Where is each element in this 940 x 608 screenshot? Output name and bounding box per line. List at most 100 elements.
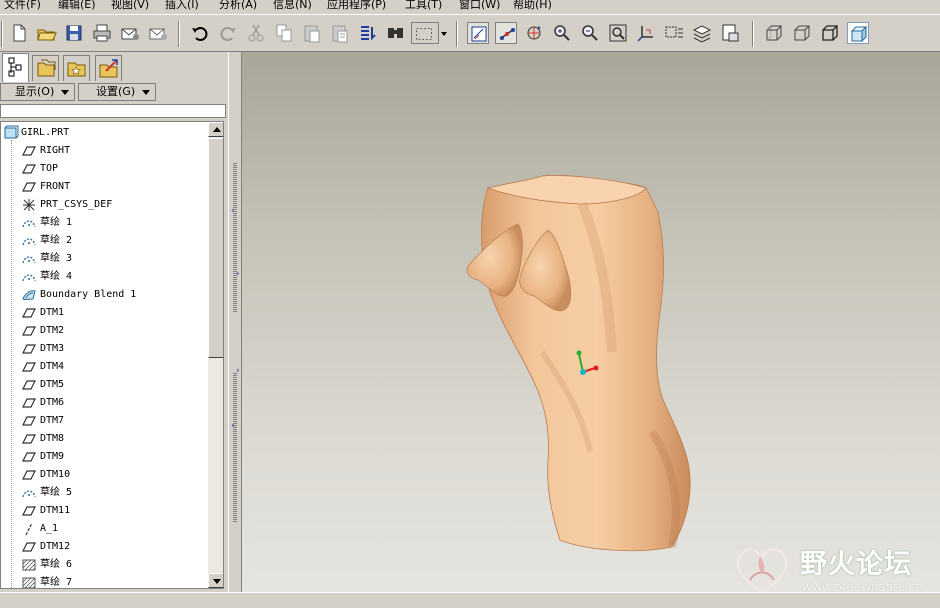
tree-scrollbar[interactable]: [208, 122, 223, 588]
tree-item[interactable]: DTM5: [1, 376, 206, 394]
tree-item[interactable]: 草绘 3: [1, 250, 206, 268]
tree-item-label: DTM12: [40, 541, 71, 552]
menu-applications[interactable]: 应用程序(P): [327, 0, 386, 11]
menu-info[interactable]: 信息(N): [273, 0, 312, 11]
view-list-icon[interactable]: [663, 22, 685, 44]
splitter-grip[interactable]: [233, 162, 237, 312]
print-icon[interactable]: [91, 22, 113, 44]
tree-item[interactable]: 草绘 4: [1, 268, 206, 286]
scroll-down-button[interactable]: [208, 573, 223, 588]
zoom-in-icon[interactable]: [551, 22, 573, 44]
refit-icon[interactable]: [607, 22, 629, 44]
view-manager-icon[interactable]: [719, 22, 741, 44]
tree-item[interactable]: 草绘 7: [1, 574, 206, 588]
torso-model[interactable]: [242, 52, 940, 592]
open-folder-icon[interactable]: [35, 22, 57, 44]
menu-help[interactable]: 帮助(H): [513, 0, 552, 11]
copy-icon[interactable]: [273, 22, 295, 44]
datum-plane-icon: [21, 143, 37, 159]
spin-center-icon[interactable]: [523, 22, 545, 44]
expand-arrow-icon[interactable]: ›: [236, 270, 240, 279]
menu-window[interactable]: 窗口(W): [459, 0, 500, 11]
menu-tools[interactable]: 工具(T): [405, 0, 442, 11]
graphics-viewport[interactable]: [242, 52, 940, 592]
tree-item-label: 草绘 4: [40, 271, 73, 282]
no-hidden-icon[interactable]: [819, 22, 841, 44]
menu-edit[interactable]: 编辑(E): [58, 0, 96, 11]
panel-splitter[interactable]: ‹ › › ‹: [228, 52, 242, 592]
zoom-out-icon[interactable]: [579, 22, 601, 44]
collapse-arrow-icon[interactable]: ‹: [231, 422, 235, 431]
tree-item[interactable]: RIGHT: [1, 142, 206, 160]
tree-item[interactable]: TOP: [1, 160, 206, 178]
tree-item[interactable]: DTM8: [1, 430, 206, 448]
tree-item[interactable]: DTM3: [1, 340, 206, 358]
tree-item[interactable]: DTM9: [1, 448, 206, 466]
scroll-up-button[interactable]: [208, 122, 223, 137]
tree-item-label: DTM1: [40, 307, 65, 318]
new-file-icon[interactable]: [8, 22, 30, 44]
settings-dropdown-label: 设置(G): [96, 85, 136, 98]
model-tree-tab[interactable]: [2, 53, 29, 82]
send-mail-icon[interactable]: [119, 22, 141, 44]
tree-item[interactable]: DTM4: [1, 358, 206, 376]
tree-item[interactable]: DTM2: [1, 322, 206, 340]
cut-icon[interactable]: [245, 22, 267, 44]
splitter-grip[interactable]: [233, 372, 237, 522]
datum-plane-icon: [21, 341, 37, 357]
find-icon[interactable]: [385, 22, 407, 44]
hidden-line-icon[interactable]: [791, 22, 813, 44]
tree-item[interactable]: 草绘 1: [1, 214, 206, 232]
shading-icon[interactable]: [847, 22, 869, 44]
menu-analysis[interactable]: 分析(A): [219, 0, 257, 11]
datum-plane-display-icon[interactable]: [467, 22, 489, 44]
wireframe-icon[interactable]: [763, 22, 785, 44]
menu-view[interactable]: 视图(V): [111, 0, 149, 11]
tree-item[interactable]: DTM10: [1, 466, 206, 484]
forum-watermark: 野火论坛 www.proewildfire.cn: [728, 540, 938, 600]
main-toolbar: [0, 14, 940, 52]
layers-icon[interactable]: [691, 22, 713, 44]
paste-icon[interactable]: [301, 22, 323, 44]
datum-plane-icon: [21, 503, 37, 519]
tree-item[interactable]: PRT_CSYS_DEF: [1, 196, 206, 214]
tree-item[interactable]: DTM1: [1, 304, 206, 322]
tree-item[interactable]: 草绘 5: [1, 484, 206, 502]
tree-item[interactable]: DTM12: [1, 538, 206, 556]
collapse-arrow-icon[interactable]: ‹: [231, 207, 235, 216]
tree-item-label: 草绘 7: [40, 577, 73, 588]
folder-browser-tab[interactable]: [32, 55, 59, 81]
web-tab[interactable]: [95, 55, 122, 81]
expand-arrow-icon[interactable]: ›: [236, 367, 240, 376]
select-box-icon[interactable]: [411, 22, 439, 44]
tree-item[interactable]: DTM6: [1, 394, 206, 412]
tree-root[interactable]: GIRL.PRT: [1, 124, 206, 142]
part-icon: [3, 125, 19, 141]
tree-item[interactable]: Boundary Blend 1: [1, 286, 206, 304]
datum-plane-icon: [21, 539, 37, 555]
tree-item[interactable]: FRONT: [1, 178, 206, 196]
undo-icon[interactable]: [189, 22, 211, 44]
menu-file[interactable]: 文件(F): [4, 0, 41, 11]
menu-insert[interactable]: 插入(I): [165, 0, 199, 11]
datum-axis-display-icon[interactable]: [495, 22, 517, 44]
favorites-tab[interactable]: [63, 55, 90, 81]
tree-item[interactable]: 草绘 2: [1, 232, 206, 250]
tree-item-label: DTM9: [40, 451, 65, 462]
scroll-thumb[interactable]: [208, 138, 223, 358]
tree-item[interactable]: DTM7: [1, 412, 206, 430]
redo-icon[interactable]: [217, 22, 239, 44]
tree-item[interactable]: DTM11: [1, 502, 206, 520]
settings-dropdown[interactable]: 设置(G): [78, 83, 156, 101]
show-dropdown[interactable]: 显示(O): [0, 83, 75, 101]
toolbar-grip: [1, 21, 3, 47]
select-dropdown-icon[interactable]: [439, 22, 449, 44]
paste-special-icon[interactable]: [329, 22, 351, 44]
regenerate-icon[interactable]: [357, 22, 379, 44]
tree-item[interactable]: A_1: [1, 520, 206, 538]
save-icon[interactable]: [63, 22, 85, 44]
datum-plane-icon: [21, 305, 37, 321]
tree-item[interactable]: 草绘 6: [1, 556, 206, 574]
reorient-icon[interactable]: [635, 22, 657, 44]
mail-attach-icon[interactable]: [147, 22, 169, 44]
